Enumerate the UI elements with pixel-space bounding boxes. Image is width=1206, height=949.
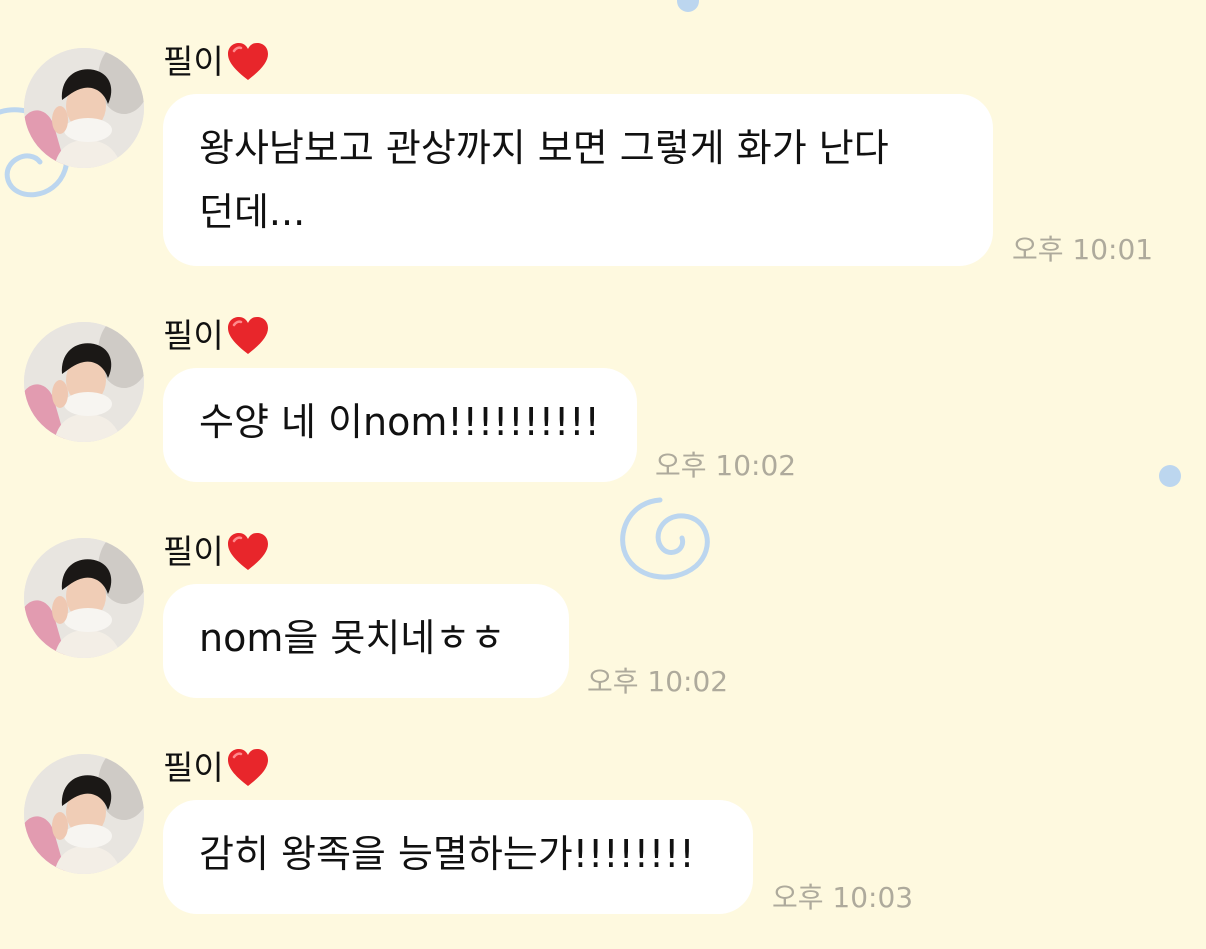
message-bubble[interactable]: 수양 네 이nom!!!!!!!!!! (163, 368, 637, 482)
wallpaper-dot-decoration (677, 0, 699, 12)
message-bubble[interactable]: 감히 왕족을 능멸하는가!!!!!!!! (163, 800, 753, 914)
sender-name-label: 필이 (163, 316, 224, 355)
red-heart-icon (227, 532, 269, 572)
profile-photo-icon (24, 48, 144, 168)
sender-name: 필이 (163, 40, 269, 84)
sender-avatar[interactable] (24, 322, 144, 442)
profile-photo-icon (24, 538, 144, 658)
message-timestamp: 오후 10:03 (772, 881, 914, 914)
message-timestamp: 오후 10:01 (1012, 233, 1154, 266)
sender-name: 필이 (163, 746, 269, 790)
message-group: 필이 수양 네 이nom!!!!!!!!!! 오후 10:02 (0, 314, 1206, 489)
sender-name-label: 필이 (163, 532, 224, 571)
sender-avatar[interactable] (24, 754, 144, 874)
profile-photo-icon (24, 322, 144, 442)
message-group: 필이 왕사남보고 관상까지 보면 그렇게 화가 난다 던데... 오후 10:0… (0, 40, 1206, 270)
sender-avatar[interactable] (24, 48, 144, 168)
red-heart-icon (227, 42, 269, 82)
sender-avatar[interactable] (24, 538, 144, 658)
sender-name: 필이 (163, 530, 269, 574)
message-timestamp: 오후 10:02 (655, 449, 797, 482)
profile-photo-icon (24, 754, 144, 874)
sender-name: 필이 (163, 314, 269, 358)
sender-name-label: 필이 (163, 42, 224, 81)
red-heart-icon (227, 748, 269, 788)
message-bubble[interactable]: 왕사남보고 관상까지 보면 그렇게 화가 난다 던데... (163, 94, 993, 266)
message-group: 필이 nom을 못치네ㅎㅎ 오후 10:02 (0, 530, 1206, 705)
message-group: 필이 감히 왕족을 능멸하는가!!!!!!!! 오후 10:03 (0, 746, 1206, 921)
message-bubble[interactable]: nom을 못치네ㅎㅎ (163, 584, 569, 698)
red-heart-icon (227, 316, 269, 356)
sender-name-label: 필이 (163, 748, 224, 787)
chat-area[interactable]: 필이 왕사남보고 관상까지 보면 그렇게 화가 난다 던데... 오후 10:0… (0, 0, 1206, 949)
message-timestamp: 오후 10:02 (587, 665, 729, 698)
